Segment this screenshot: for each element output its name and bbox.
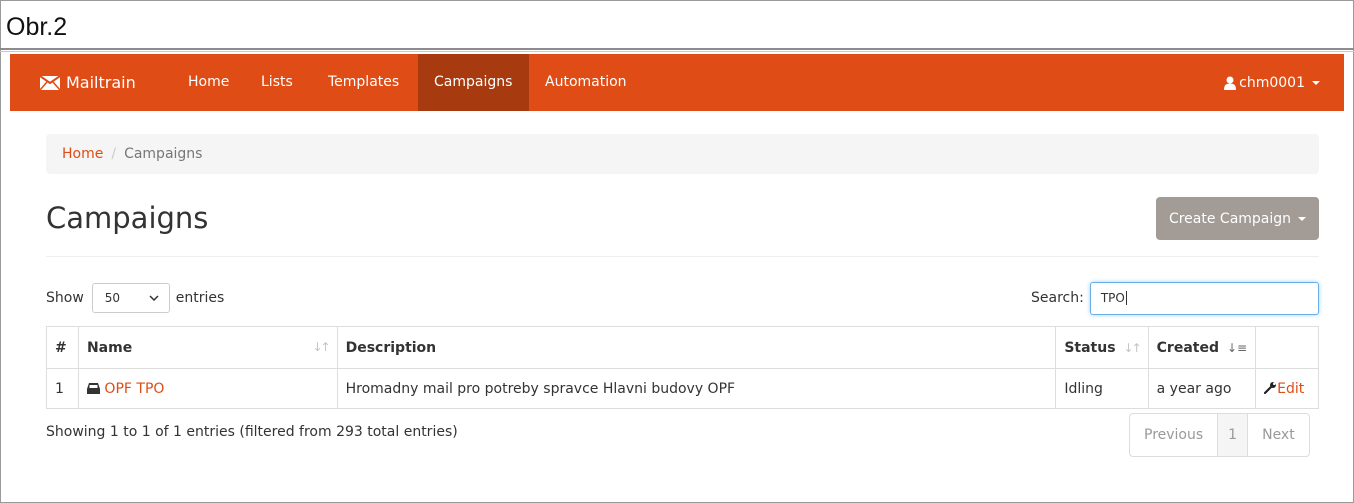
search-label: Search:	[1031, 290, 1084, 306]
chevron-down-icon	[149, 295, 159, 301]
col-header-num[interactable]: #	[46, 326, 79, 369]
envelope-icon	[40, 75, 60, 90]
nav-home[interactable]: Home	[172, 54, 245, 111]
breadcrumb-home[interactable]: Home	[62, 146, 103, 162]
search-input-value: TPO	[1100, 291, 1125, 305]
table-info: Showing 1 to 1 of 1 entries (filtered fr…	[46, 424, 458, 440]
sort-both-icon: ↓↑	[312, 340, 330, 354]
row-description: Hromadny mail pro potreby spravce Hlavni…	[336, 368, 1057, 409]
user-icon	[1224, 76, 1237, 90]
nav-automation[interactable]: Automation	[529, 54, 643, 111]
col-header-name-label: Name	[86, 339, 133, 356]
breadcrumb-separator: /	[111, 146, 117, 162]
pagination-page-1[interactable]: 1	[1217, 414, 1248, 456]
pagination-next[interactable]: Next	[1247, 414, 1309, 456]
row-created: a year ago	[1147, 368, 1257, 409]
campaign-name-link[interactable]: OPF TPO	[104, 381, 164, 397]
create-campaign-label: Create Campaign	[1168, 210, 1292, 227]
table-row: 1 OPF TPO Hromadny mail pro potreby spra…	[46, 368, 1319, 409]
caption-divider	[0, 48, 1354, 50]
text-cursor	[1125, 291, 1127, 305]
col-header-description[interactable]: Description	[336, 326, 1057, 369]
user-menu[interactable]: chm0001	[1224, 54, 1320, 111]
edit-link[interactable]: Edit	[1277, 381, 1304, 397]
brand-label: Mailtrain	[66, 73, 136, 92]
inbox-icon	[86, 382, 100, 394]
nav-templates[interactable]: Templates	[312, 54, 415, 111]
col-header-actions	[1255, 326, 1319, 369]
header-divider	[46, 256, 1319, 257]
entries-select[interactable]: 50	[91, 283, 170, 313]
col-header-status-label: Status	[1064, 339, 1116, 356]
col-header-name[interactable]: Name ↓↑	[77, 326, 338, 369]
caption-divider-light	[0, 51, 1354, 52]
table-header-row: # Name ↓↑ Description Status ↓↑ Created ↓≡	[46, 326, 1319, 369]
show-label: Show	[46, 290, 84, 306]
entries-length-control: Show 50 entries	[46, 281, 224, 315]
row-num: 1	[46, 368, 79, 409]
col-header-created-label: Created	[1156, 339, 1219, 356]
nav-lists[interactable]: Lists	[245, 54, 309, 111]
chevron-down-icon	[1298, 216, 1307, 221]
chevron-down-icon	[1312, 80, 1320, 85]
row-name[interactable]: OPF TPO	[77, 368, 338, 409]
wrench-icon	[1264, 381, 1277, 394]
search-input[interactable]: TPO	[1089, 281, 1319, 315]
nav-campaigns[interactable]: Campaigns	[418, 54, 529, 111]
sort-both-icon: ↓↑	[1123, 340, 1142, 355]
row-status: Idling	[1055, 368, 1149, 409]
create-campaign-button[interactable]: Create Campaign	[1156, 197, 1319, 240]
col-header-status[interactable]: Status ↓↑	[1055, 326, 1149, 369]
row-edit-action[interactable]: Edit	[1255, 368, 1319, 409]
pagination: Previous 1 Next	[1129, 413, 1310, 457]
figure-caption: Obr.2	[6, 13, 68, 41]
page-title: Campaigns	[46, 201, 209, 235]
campaigns-table: # Name ↓↑ Description Status ↓↑ Created ↓≡ …	[46, 326, 1319, 409]
entries-label: entries	[175, 290, 225, 306]
sort-desc-icon: ↓≡	[1227, 340, 1248, 355]
breadcrumb: Home / Campaigns	[46, 134, 1319, 174]
brand-link[interactable]: Mailtrain	[40, 54, 136, 111]
pagination-previous[interactable]: Previous	[1130, 414, 1217, 456]
col-header-created[interactable]: Created ↓≡	[1147, 326, 1257, 369]
search-control: Search: TPO	[1031, 281, 1319, 315]
user-name: chm0001	[1239, 74, 1305, 91]
entries-select-value: 50	[104, 291, 121, 305]
breadcrumb-current: Campaigns	[124, 146, 203, 162]
top-navbar: Mailtrain Home Lists Templates Campaigns…	[10, 54, 1344, 111]
